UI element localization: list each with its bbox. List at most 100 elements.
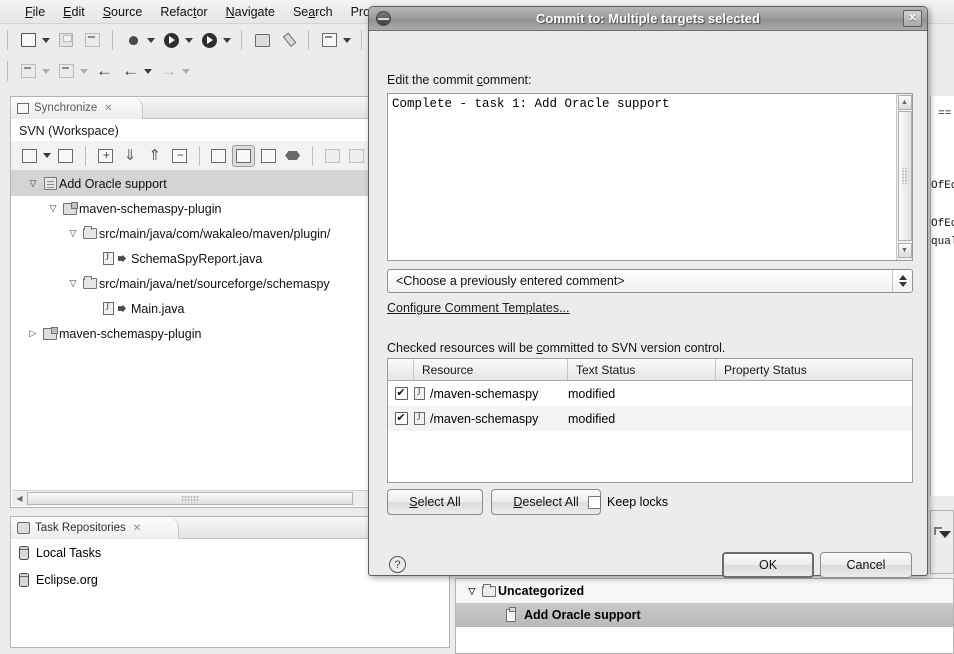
tree-row[interactable]: maven-schemaspy-plugin xyxy=(11,321,369,346)
menu-edit[interactable]: Edit xyxy=(54,3,94,21)
comment-input[interactable]: Complete - task 1: Add Oracle support ▲ … xyxy=(387,93,913,261)
horizontal-scrollbar[interactable]: ◀ xyxy=(12,490,368,506)
column-header-text-status[interactable]: Text Status xyxy=(568,359,716,380)
task-category-row[interactable]: Uncategorized xyxy=(456,579,953,603)
update-icon[interactable] xyxy=(321,145,344,167)
deselect-all-button[interactable]: Deselect All xyxy=(491,489,601,515)
keep-locks-checkbox[interactable]: Keep locks xyxy=(588,495,668,509)
task-row[interactable]: Add Oracle support xyxy=(456,603,953,627)
open-type-icon[interactable] xyxy=(250,29,274,51)
chevron-down-icon[interactable] xyxy=(42,37,50,43)
changeset-icon xyxy=(41,177,59,190)
chevron-down-icon[interactable] xyxy=(182,68,190,74)
tree-row[interactable]: Add Oracle support xyxy=(11,171,369,196)
menu-search[interactable]: Search xyxy=(284,3,342,21)
chevron-down-icon[interactable] xyxy=(939,531,951,538)
scrollbar-thumb[interactable] xyxy=(27,492,353,505)
configure-comment-templates-link[interactable]: Configure Comment Templates... xyxy=(387,301,570,315)
comment-vertical-scrollbar[interactable]: ▲ ▼ xyxy=(896,94,912,260)
debug-icon[interactable] xyxy=(121,29,145,51)
column-header-property-status[interactable]: Property Status xyxy=(716,359,912,380)
search-icon[interactable] xyxy=(276,29,300,51)
scroll-down-icon[interactable]: ▼ xyxy=(897,243,912,258)
tree-row[interactable]: Main.java xyxy=(11,296,369,321)
next-annotation-icon[interactable] xyxy=(54,60,78,82)
scroll-left-icon[interactable]: ◀ xyxy=(12,492,27,506)
column-header-resource[interactable]: Resource xyxy=(414,359,568,380)
chevron-down-icon[interactable] xyxy=(80,68,88,74)
previous-comment-combo[interactable]: <Choose a previously entered comment> xyxy=(387,269,913,293)
close-icon[interactable]: ✕ xyxy=(903,10,922,27)
next-change-icon[interactable]: ⇓ xyxy=(119,145,142,167)
twisty-icon[interactable] xyxy=(45,203,61,214)
menu-source[interactable]: Source xyxy=(94,3,152,21)
menu-refactor[interactable]: Refactor xyxy=(151,3,216,21)
new-java-class-icon[interactable] xyxy=(317,29,341,51)
twisty-icon[interactable] xyxy=(25,178,41,189)
chevron-down-icon[interactable] xyxy=(42,153,51,158)
menu-navigate[interactable]: Navigate xyxy=(217,3,284,21)
dialog-title: Commit to: Multiple targets selected xyxy=(536,11,760,26)
checkbox-icon[interactable] xyxy=(588,495,601,509)
twisty-icon[interactable] xyxy=(65,228,81,239)
comment-text[interactable]: Complete - task 1: Add Oracle support xyxy=(388,94,896,260)
scrollbar-thumb[interactable] xyxy=(897,111,912,241)
tree-row[interactable]: src/main/java/net/sourceforge/schemaspy xyxy=(11,271,369,296)
table-row[interactable]: ✔ /maven-schemaspy modified xyxy=(388,381,912,406)
close-icon[interactable]: ✕ xyxy=(104,103,112,114)
expand-all-icon[interactable] xyxy=(94,145,117,167)
chevron-down-icon[interactable] xyxy=(144,68,152,74)
chevron-down-icon[interactable] xyxy=(147,37,155,43)
help-icon[interactable]: ? xyxy=(389,556,406,573)
combo-spinner-icon[interactable] xyxy=(892,270,912,292)
row-checkbox[interactable]: ✔ xyxy=(388,406,414,431)
cancel-button[interactable]: Cancel xyxy=(820,552,912,578)
both-mode-icon[interactable] xyxy=(257,145,280,167)
column-header-check[interactable] xyxy=(388,359,414,380)
conflicts-mode-icon[interactable] xyxy=(281,145,304,167)
forward-icon[interactable] xyxy=(156,60,180,82)
twisty-icon[interactable] xyxy=(65,278,81,289)
dialog-titlebar[interactable]: Commit to: Multiple targets selected ✕ xyxy=(369,7,927,31)
profile-icon[interactable] xyxy=(197,29,221,51)
synchronize-modes-icon[interactable] xyxy=(18,145,41,167)
outgoing-mode-icon[interactable] xyxy=(232,144,255,167)
back-icon[interactable] xyxy=(118,60,142,82)
resource-table[interactable]: Resource Text Status Property Status ✔ /… xyxy=(387,358,913,483)
print-icon[interactable] xyxy=(80,29,104,51)
open-in-compare-icon[interactable] xyxy=(55,145,78,167)
synchronize-tree[interactable]: Add Oracle support maven-schemaspy-plugi… xyxy=(11,171,369,469)
last-edit-location-icon[interactable] xyxy=(92,60,116,82)
previous-change-icon[interactable]: ⇑ xyxy=(143,145,166,167)
java-editor[interactable]: == OfEc OfEc qual xyxy=(930,96,954,496)
close-icon[interactable]: ✕ xyxy=(133,523,141,534)
run-icon[interactable] xyxy=(159,29,183,51)
row-checkbox[interactable]: ✔ xyxy=(388,381,414,406)
menu-file[interactable]: File xyxy=(16,3,54,21)
collapse-all-icon[interactable] xyxy=(168,145,191,167)
right-view-toolbar[interactable] xyxy=(930,510,954,574)
new-wizard-icon[interactable] xyxy=(16,29,40,51)
scroll-up-icon[interactable]: ▲ xyxy=(897,95,912,110)
tree-row[interactable]: SchemaSpyReport.java xyxy=(11,246,369,271)
previous-annotation-icon[interactable] xyxy=(16,60,40,82)
tab-task-repositories[interactable]: Task Repositories ✕ xyxy=(11,517,179,539)
twisty-icon[interactable] xyxy=(25,328,41,339)
tree-row[interactable]: src/main/java/com/wakaleo/maven/plugin/ xyxy=(11,221,369,246)
twisty-icon[interactable] xyxy=(464,586,480,597)
chevron-down-icon[interactable] xyxy=(42,68,50,74)
chevron-down-icon[interactable] xyxy=(223,37,231,43)
checkbox-checked-icon[interactable]: ✔ xyxy=(394,387,408,400)
table-row[interactable]: ✔ /maven-schemaspy modified xyxy=(388,406,912,431)
tab-synchronize[interactable]: Synchronize ✕ xyxy=(11,97,143,119)
tree-row[interactable]: maven-schemaspy-plugin xyxy=(11,196,369,221)
commit-icon[interactable] xyxy=(345,145,368,167)
keep-locks-label: Keep locks xyxy=(607,495,669,509)
ok-button[interactable]: OK xyxy=(722,552,814,578)
save-icon[interactable] xyxy=(54,29,78,51)
select-all-button[interactable]: Select All xyxy=(387,489,483,515)
checkbox-checked-icon[interactable]: ✔ xyxy=(394,412,408,425)
chevron-down-icon[interactable] xyxy=(343,37,351,43)
chevron-down-icon[interactable] xyxy=(185,37,193,43)
incoming-mode-icon[interactable] xyxy=(207,145,230,167)
